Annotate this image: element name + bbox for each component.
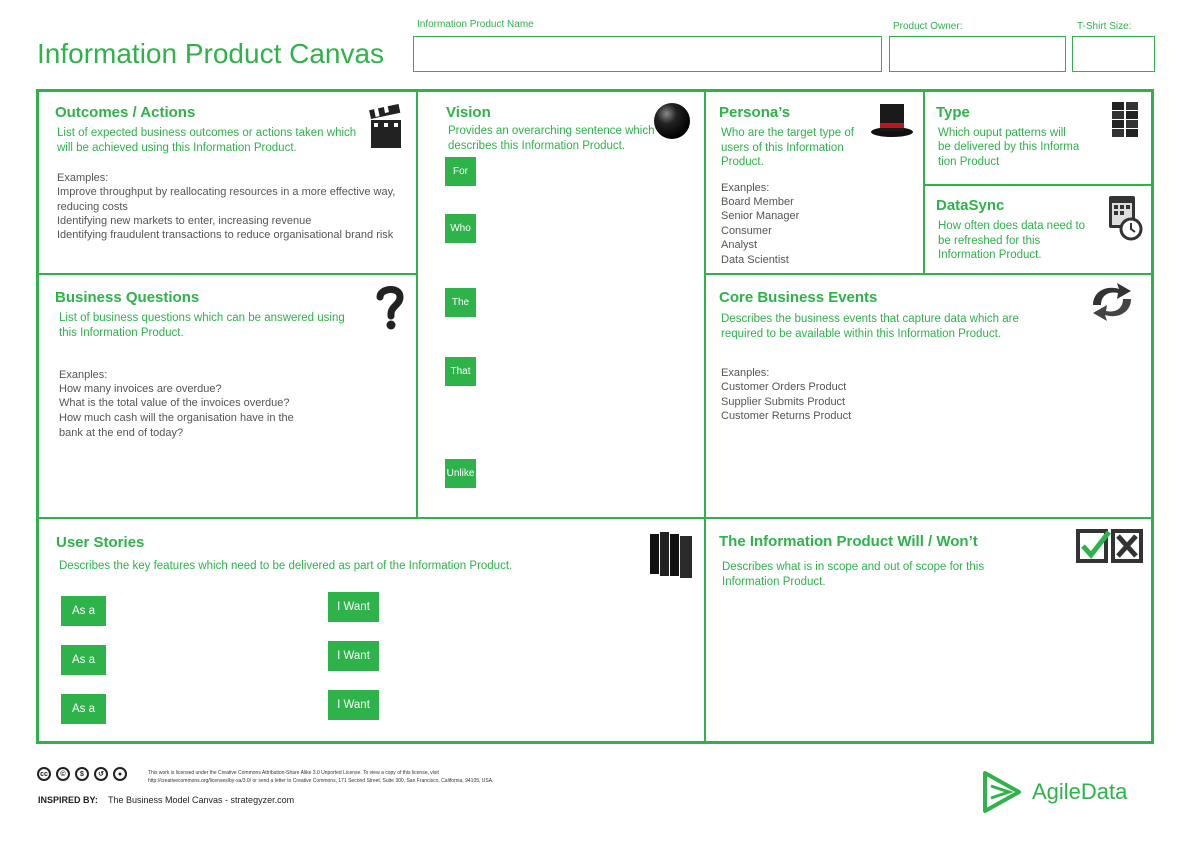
- divider: [923, 92, 925, 274]
- agiledata-logo-icon: [983, 771, 1021, 813]
- personas-examples-label: Exanples:: [721, 182, 770, 194]
- tshirt-size-field[interactable]: [1072, 36, 1155, 72]
- ball-icon: [654, 103, 690, 139]
- outcomes-title: Outcomes / Actions: [55, 104, 196, 121]
- personas-title: Persona’s: [719, 104, 791, 121]
- product-owner-field[interactable]: [889, 36, 1066, 72]
- business-questions-examples-label: Exanples:: [59, 369, 108, 381]
- business-question-item: How much cash will the organisation have…: [59, 412, 294, 439]
- cycle-arrows-icon: [1093, 283, 1131, 321]
- cc-icon: $: [75, 767, 89, 781]
- product-owner-label: Product Owner:: [893, 21, 963, 32]
- divider: [924, 184, 1151, 186]
- product-name-field[interactable]: [413, 36, 882, 72]
- as-a-tag[interactable]: As a: [61, 694, 106, 724]
- top-hat-icon: [871, 104, 913, 137]
- persona-item: Consumer: [721, 225, 772, 237]
- outcomes-example: Identifying fraudulent transactions to r…: [57, 229, 394, 241]
- as-a-tag[interactable]: As a: [61, 596, 106, 626]
- divider: [704, 92, 706, 741]
- cc-badges: cc © $ ↺ ●: [37, 767, 127, 781]
- vision-title: Vision: [446, 104, 491, 121]
- persona-item: Board Member: [721, 196, 794, 208]
- vision-tag-that[interactable]: That: [445, 357, 476, 386]
- page-title: Information Product Canvas: [37, 38, 385, 69]
- business-question-item: How many invoices are overdue?: [59, 383, 222, 395]
- type-desc-line: tion Product: [938, 156, 1000, 168]
- i-want-tag[interactable]: I Want: [328, 592, 379, 622]
- divider: [416, 92, 418, 518]
- core-events-examples-label: Exanples:: [721, 367, 770, 379]
- cc-icon: ©: [56, 767, 70, 781]
- business-questions-desc: List of business questions which can be …: [59, 312, 345, 339]
- clapperboard-icon: [369, 104, 401, 148]
- persona-item: Data Scientist: [721, 254, 789, 266]
- license-text: This work is licensed under the Creative…: [148, 770, 439, 776]
- vision-tag-the[interactable]: The: [445, 288, 476, 317]
- inspired-text: The Business Model Canvas - strategyzer.…: [108, 795, 295, 805]
- type-desc-line: be delivered by this Informa: [938, 141, 1080, 153]
- divider: [39, 273, 417, 275]
- type-title: Type: [936, 104, 970, 121]
- outcomes-examples-label: Examples:: [57, 172, 109, 184]
- persona-item: Senior Manager: [721, 210, 800, 222]
- calendar-clock-icon: [1109, 196, 1143, 241]
- books-icon: [650, 532, 692, 578]
- cc-icon: ↺: [94, 767, 108, 781]
- divider: [39, 517, 1151, 519]
- vision-tag-who[interactable]: Who: [445, 214, 476, 243]
- cc-icon: ●: [113, 767, 127, 781]
- business-question-item: What is the total value of the invoices …: [59, 397, 290, 409]
- inspired-label: INSPIRED BY:: [38, 795, 98, 805]
- type-desc-line: Which ouput patterns will: [938, 127, 1066, 139]
- datasync-desc: How often does data need to be refreshed…: [938, 220, 1086, 261]
- i-want-tag[interactable]: I Want: [328, 690, 379, 720]
- license-text: http://creativecommons.org/licenses/by-s…: [148, 778, 494, 784]
- outcomes-example: Improve throughput by reallocating resou…: [57, 186, 396, 213]
- core-event-item: Supplier Submits Product: [721, 396, 846, 408]
- outcomes-desc: List of expected business outcomes or ac…: [57, 127, 357, 154]
- core-events-desc: Describes the business events that captu…: [721, 313, 1019, 340]
- cc-icon: cc: [37, 767, 51, 781]
- datasync-title: DataSync: [936, 197, 1005, 214]
- outcomes-example: Identifying new markets to enter, increa…: [57, 215, 312, 227]
- divider: [705, 273, 1151, 275]
- business-questions-title: Business Questions: [55, 289, 200, 306]
- vision-tag-unlike[interactable]: Unlike: [445, 459, 476, 488]
- i-want-tag[interactable]: I Want: [328, 641, 379, 671]
- persona-item: Analyst: [721, 239, 758, 251]
- question-mark-icon: [376, 286, 404, 330]
- user-stories-title: User Stories: [56, 534, 145, 551]
- vision-desc: Provides an overarching sentence which d…: [448, 125, 655, 152]
- vision-tag-for[interactable]: For: [445, 157, 476, 186]
- checkbox-icon: [1076, 529, 1143, 563]
- core-events-title: Core Business Events: [719, 289, 878, 306]
- core-event-item: Customer Orders Product: [721, 381, 847, 393]
- product-name-label: Information Product Name: [417, 19, 534, 30]
- core-event-item: Customer Returns Product: [721, 410, 852, 422]
- personas-desc: Who are the target type of users of this…: [721, 127, 854, 168]
- blocks-icon: [1112, 102, 1138, 137]
- will-wont-title: The Information Product Will / Won’t: [719, 533, 978, 550]
- brand-name: AgileData: [1032, 779, 1128, 804]
- user-stories-desc: Describes the key features which need to…: [59, 560, 513, 572]
- as-a-tag[interactable]: As a: [61, 645, 106, 675]
- will-wont-desc: Describes what is in scope and out of sc…: [722, 561, 985, 588]
- tshirt-size-label: T-Shirt Size:: [1077, 21, 1132, 32]
